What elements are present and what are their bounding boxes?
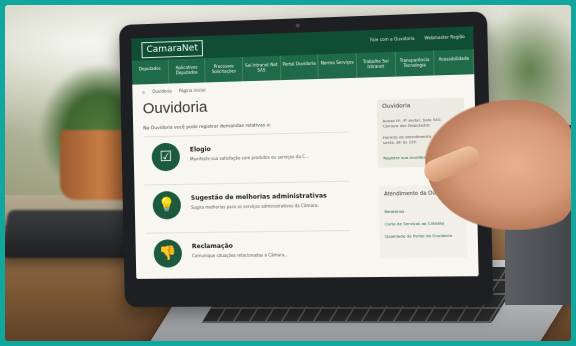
breadcrumb: ⌂ Ouvidoria Página inicial [142, 87, 211, 94]
service-link-3[interactable]: Qualidade do Portal da Ouvidoria [385, 233, 452, 239]
card-reclamacao[interactable]: 👎 Reclamação Comunique situações relacio… [145, 229, 351, 276]
card-elogio[interactable]: ☑ Elogio Manifeste sua satisfação com pr… [143, 131, 349, 180]
thumbs-down-icon: 👎 [153, 239, 183, 268]
card-title[interactable]: Elogio [190, 146, 211, 154]
header-link-ouvidoria[interactable]: Fale com a Ouvidoria [370, 36, 415, 43]
webcam-icon [295, 23, 300, 28]
photo: CamaraNet Fale com a Ouvidoria Webmaster… [5, 5, 571, 341]
breadcrumb-current: Página inicial [178, 87, 206, 94]
service-link-1[interactable]: Relatórios [384, 209, 404, 214]
page-title: Ouvidoria [142, 98, 208, 118]
nav-item-8[interactable]: Transparência Tecnologia [395, 50, 435, 77]
nav-item-6[interactable]: Norma Serviços [318, 53, 358, 79]
card-sugestao[interactable]: 💡 Sugestão de melhorias administrativas … [144, 180, 350, 228]
nav-item-1[interactable]: Deputados [131, 59, 169, 85]
site-logo[interactable]: CamaraNet [141, 40, 204, 59]
nav-item-2[interactable]: Aplicativos Deputados [168, 58, 206, 84]
home-icon[interactable]: ⌂ [142, 89, 145, 94]
intro-text: Na Ouvidoria você pode registrar demanda… [143, 123, 272, 132]
nav-item-7[interactable]: Trabalho Sei Intranet [356, 51, 396, 78]
service-link-2[interactable]: Carta de Serviços ao Cidadão [385, 220, 445, 226]
nav-item-4[interactable]: Sei Intranet Net SAS [242, 55, 281, 82]
nav-item-9[interactable]: Acessibilidade [434, 49, 475, 76]
nav-item-3[interactable]: Processos Solicitações [205, 56, 244, 83]
breadcrumb-ouvidoria[interactable]: Ouvidoria [152, 88, 172, 94]
card-title[interactable]: Sugestão de melhorias administrativas [191, 192, 327, 201]
check-box-icon: ☑ [151, 142, 181, 172]
nav-item-5[interactable]: Portal Ouvidoria [280, 54, 319, 81]
header-links: Fale com a Ouvidoria Webmaster Região [362, 34, 465, 43]
lightbulb-icon: 💡 [152, 190, 182, 220]
card-title[interactable]: Reclamação [192, 243, 233, 251]
card-desc: Manifeste sua satisfação com produtos ou… [189, 153, 310, 162]
header-link-webmaster[interactable]: Webmaster Região [424, 34, 464, 41]
sidebox-heading: Ouvidoria [382, 103, 411, 111]
card-desc: Sugira melhorias para os serviços admini… [190, 202, 319, 210]
card-desc: Comunique situações relacionadas à Câmar… [192, 252, 289, 259]
